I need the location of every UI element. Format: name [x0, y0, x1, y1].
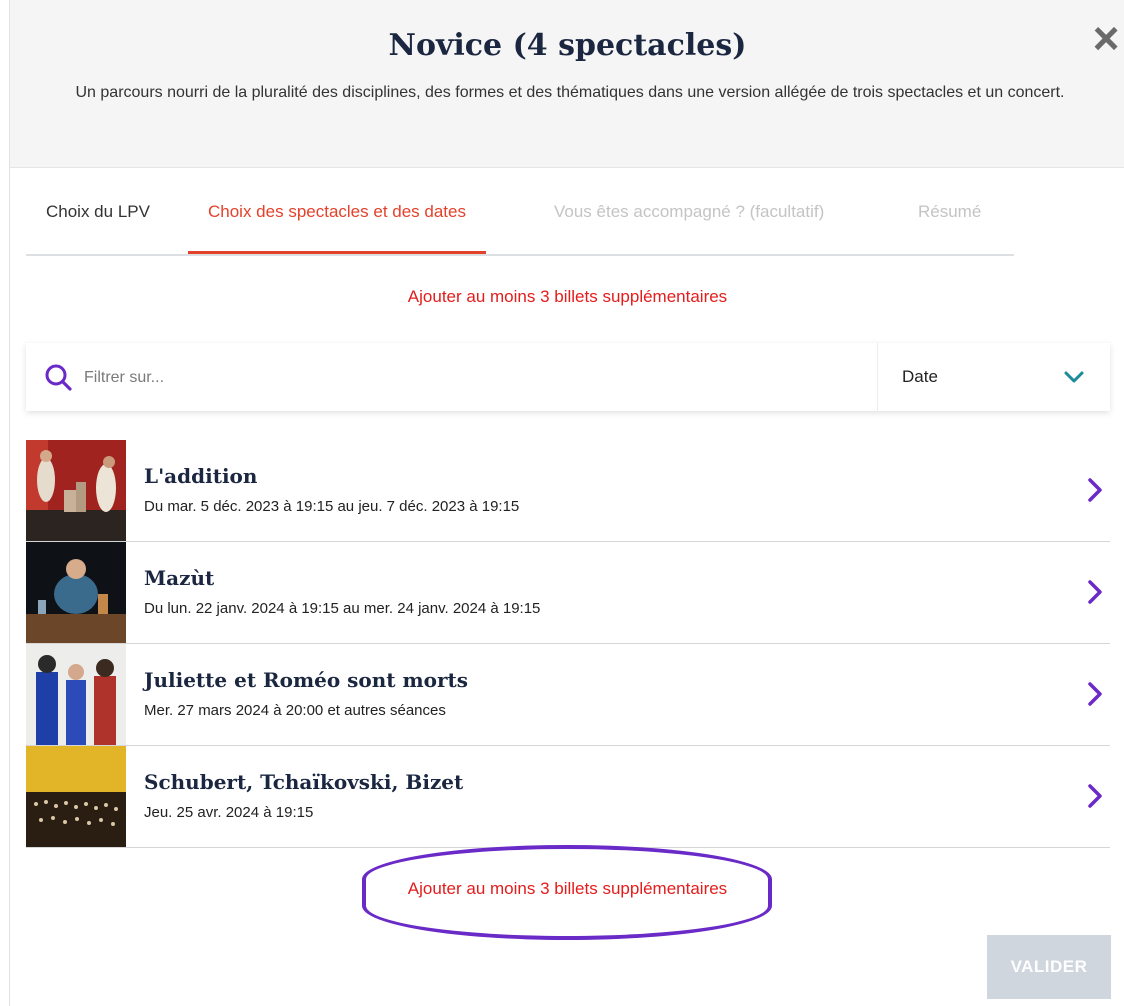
page-subtitle: Un parcours nourri de la pluralité des d…	[75, 84, 1065, 101]
tab-accompagne: Vous êtes accompagné ? (facultatif)	[554, 202, 825, 221]
warning-message-top: Ajouter au moins 3 billets supplémentair…	[407, 287, 728, 306]
chevron-down-icon	[1064, 371, 1084, 383]
show-thumbnail	[26, 644, 126, 745]
show-thumbnail	[26, 542, 126, 643]
show-list: L'addition Du mar. 5 déc. 2023 à 19:15 a…	[26, 440, 1110, 848]
sort-selected-value: Date	[902, 367, 938, 386]
show-title: Schubert, Tchaïkovski, Bizet	[144, 770, 464, 794]
modal-header: Novice (4 spectacles) Un parcours nourri…	[10, 0, 1124, 168]
show-title: Mazùt	[144, 566, 215, 590]
show-thumbnail	[26, 440, 126, 541]
warning-message-bottom: Ajouter au moins 3 billets supplémentair…	[407, 879, 728, 898]
show-dates: Jeu. 25 avr. 2024 à 19:15	[144, 804, 314, 821]
chevron-right-icon[interactable]	[1084, 782, 1106, 810]
close-icon[interactable]: ×	[1088, 15, 1124, 61]
show-dates: Du lun. 22 janv. 2024 à 19:15 au mer. 24…	[144, 600, 541, 617]
lpv-modal: Novice (4 spectacles) Un parcours nourri…	[9, 0, 1124, 1006]
search-input[interactable]	[82, 357, 786, 399]
show-dates: Du mar. 5 déc. 2023 à 19:15 au jeu. 7 dé…	[144, 498, 520, 515]
show-dates: Mer. 27 mars 2024 à 20:00 et autres séan…	[144, 702, 446, 719]
list-item[interactable]: Schubert, Tchaïkovski, Bizet Jeu. 25 avr…	[26, 746, 1110, 848]
chevron-right-icon[interactable]	[1084, 476, 1106, 504]
chevron-right-icon[interactable]	[1084, 578, 1106, 606]
stepper-tabs: Choix du LPV Choix des spectacles et des…	[26, 190, 1014, 256]
validate-button[interactable]: VALIDER	[987, 935, 1111, 999]
chevron-right-icon[interactable]	[1084, 680, 1106, 708]
show-thumbnail	[26, 746, 126, 847]
sort-select[interactable]: Date	[877, 343, 1111, 411]
tab-resume: Résumé	[918, 202, 982, 221]
page-title: Novice (4 spectacles)	[388, 28, 747, 63]
show-title: Juliette et Roméo sont morts	[144, 668, 469, 692]
search-icon	[45, 364, 72, 391]
list-item[interactable]: Mazùt Du lun. 22 janv. 2024 à 19:15 au m…	[26, 542, 1110, 644]
list-item[interactable]: Juliette et Roméo sont morts Mer. 27 mar…	[26, 644, 1110, 746]
show-title: L'addition	[144, 464, 258, 488]
list-item[interactable]: L'addition Du mar. 5 déc. 2023 à 19:15 a…	[26, 440, 1110, 542]
tab-choix-spectacles[interactable]: Choix des spectacles et des dates	[188, 190, 486, 254]
filter-bar: Date	[26, 343, 1110, 411]
tab-choix-lpv[interactable]: Choix du LPV	[46, 190, 150, 252]
